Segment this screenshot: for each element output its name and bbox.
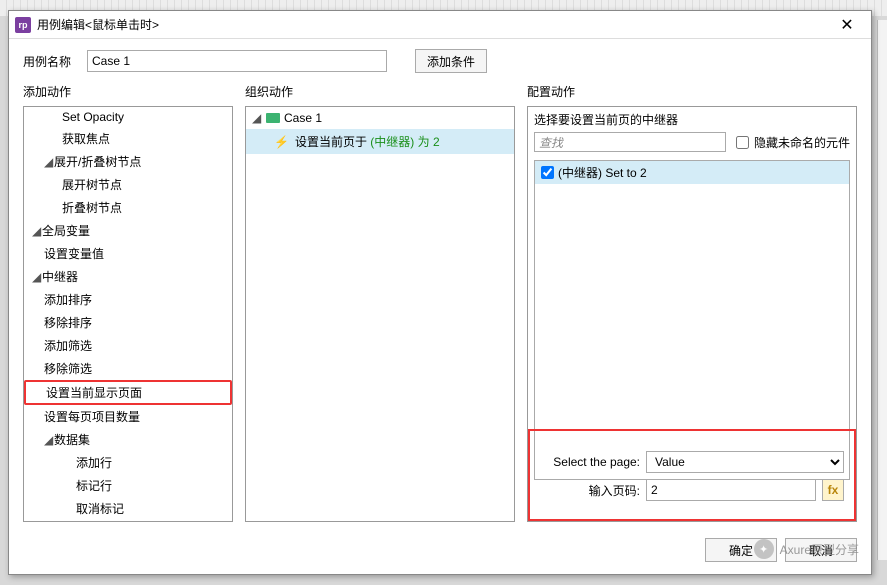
add-condition-button[interactable]: 添加条件 — [415, 49, 487, 73]
tree-item[interactable]: 展开树节点 — [24, 173, 232, 196]
tree-item[interactable]: 设置当前显示页面 — [24, 380, 232, 405]
tree-item-label: 展开/折叠树节点 — [54, 155, 141, 169]
tree-item[interactable]: 更新行 — [24, 520, 232, 522]
page-number-input[interactable] — [646, 479, 816, 501]
tree-item-label: 添加行 — [76, 456, 112, 470]
titlebar: rp 用例编辑<鼠标单击时> ✕ — [9, 11, 871, 39]
organize-header: 组织动作 — [245, 81, 515, 106]
window-title: 用例编辑<鼠标单击时> — [37, 16, 827, 33]
list-item-checkbox[interactable] — [541, 166, 554, 179]
select-page-dropdown[interactable]: Value — [646, 451, 844, 473]
tree-item-label: 设置每页项目数量 — [44, 410, 140, 424]
tree-item[interactable]: 移除排序 — [24, 311, 232, 334]
tree-item-label: 设置变量值 — [44, 247, 104, 261]
tree-item-label: 取消标记 — [76, 502, 124, 516]
fx-button[interactable]: fx — [822, 479, 844, 501]
case-editor-dialog: rp 用例编辑<鼠标单击时> ✕ 用例名称 添加条件 添加动作 Set Opac… — [8, 10, 872, 575]
close-icon[interactable]: ✕ — [827, 15, 867, 35]
chevron-down-icon: ◢ — [44, 433, 54, 447]
select-page-label: Select the page: — [540, 455, 640, 469]
config-form: Select the page: Value 输入页码: fx — [528, 429, 856, 521]
hide-unnamed-input[interactable] — [736, 136, 749, 149]
tree-item[interactable]: 设置每页项目数量 — [24, 405, 232, 428]
chevron-down-icon: ◢ — [44, 155, 54, 169]
add-action-header: 添加动作 — [23, 81, 233, 106]
tree-item[interactable]: 添加筛选 — [24, 334, 232, 357]
tree-item[interactable]: 获取焦点 — [24, 127, 232, 150]
tree-item-label: 标记行 — [76, 479, 112, 493]
hide-unnamed-checkbox[interactable]: 隐藏未命名的元件 — [732, 133, 850, 152]
tree-item[interactable]: ◢数据集 — [24, 428, 232, 451]
app-icon: rp — [15, 17, 31, 33]
search-input[interactable] — [534, 132, 726, 152]
tree-item-label: 添加筛选 — [44, 339, 92, 353]
tree-item-label: Set Opacity — [62, 110, 124, 124]
page-number-label: 输入页码: — [540, 482, 640, 499]
chevron-down-icon: ◢ — [32, 224, 42, 238]
ok-button[interactable]: 确定 — [705, 538, 777, 562]
tree-item-label: 添加排序 — [44, 293, 92, 307]
case-label: Case 1 — [284, 111, 322, 125]
list-item-label: (中继器) Set to 2 — [558, 164, 647, 181]
case-name-label: 用例名称 — [23, 53, 79, 70]
action-row[interactable]: ⚡ 设置当前页于 (中继器) 为 2 — [246, 129, 514, 154]
case-icon — [266, 113, 280, 123]
tree-item-label: 设置当前显示页面 — [46, 386, 142, 400]
organize-panel: ◢ Case 1 ⚡ 设置当前页于 (中继器) 为 2 — [245, 106, 515, 522]
cancel-button[interactable]: 取消 — [785, 538, 857, 562]
tree-item-label: 中继器 — [42, 270, 78, 284]
configure-header: 配置动作 — [527, 81, 857, 106]
tree-item[interactable]: 添加排序 — [24, 288, 232, 311]
tree-item[interactable]: ◢全局变量 — [24, 219, 232, 242]
case-name-input[interactable] — [87, 50, 387, 72]
tree-item-label: 数据集 — [54, 433, 90, 447]
chevron-down-icon: ◢ — [32, 270, 42, 284]
bolt-icon: ⚡ — [274, 135, 289, 149]
tree-item-label: 移除排序 — [44, 316, 92, 330]
tree-item[interactable]: ◢展开/折叠树节点 — [24, 150, 232, 173]
case-row[interactable]: ◢ Case 1 — [246, 107, 514, 129]
tree-item[interactable]: ◢中继器 — [24, 265, 232, 288]
tree-item[interactable]: 设置变量值 — [24, 242, 232, 265]
tree-item[interactable]: 标记行 — [24, 474, 232, 497]
tree-item-label: 获取焦点 — [62, 132, 110, 146]
tree-item[interactable]: 添加行 — [24, 451, 232, 474]
tree-item[interactable]: 折叠树节点 — [24, 196, 232, 219]
action-tree[interactable]: Set Opacity获取焦点◢展开/折叠树节点展开树节点折叠树节点◢全局变量设… — [23, 106, 233, 522]
tree-item[interactable]: 移除筛选 — [24, 357, 232, 380]
tree-item-label: 移除筛选 — [44, 362, 92, 376]
tree-item-label: 折叠树节点 — [62, 201, 122, 215]
configure-prompt: 选择要设置当前页的中继器 — [534, 111, 850, 128]
tree-item[interactable]: Set Opacity — [24, 107, 232, 127]
tree-item-label: 展开树节点 — [62, 178, 122, 192]
action-text: 设置当前页于 (中继器) 为 2 — [295, 133, 440, 150]
configure-panel: 选择要设置当前页的中继器 隐藏未命名的元件 (中继器) Set to 2 — [527, 106, 857, 522]
list-item[interactable]: (中继器) Set to 2 — [535, 161, 849, 184]
tree-item-label: 全局变量 — [42, 224, 90, 238]
tree-item[interactable]: 取消标记 — [24, 497, 232, 520]
chevron-down-icon: ◢ — [252, 111, 262, 125]
